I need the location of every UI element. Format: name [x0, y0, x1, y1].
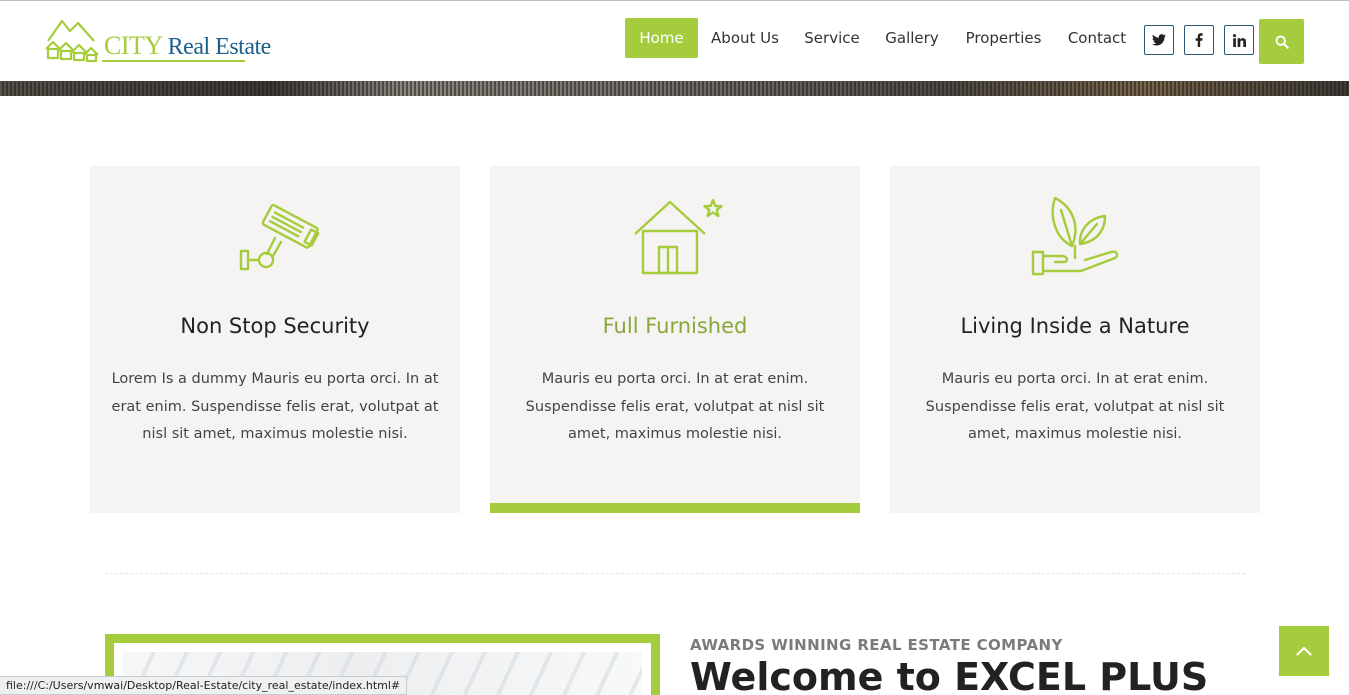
houses-mountains-icon [45, 19, 99, 63]
nav-contact[interactable]: Contact [1055, 18, 1139, 58]
about-title: Welcome to EXCEL PLUS [690, 655, 1209, 695]
facebook-icon [1195, 33, 1203, 47]
back-to-top-button[interactable] [1279, 626, 1329, 676]
feature-card-security: Non Stop Security Lorem Is a dummy Mauri… [90, 166, 460, 513]
feature-title: Living Inside a Nature [960, 314, 1190, 338]
linkedin-link[interactable] [1224, 25, 1254, 55]
feature-text: Mauris eu porta orci. In at erat enim. S… [525, 371, 825, 442]
feature-text: Lorem Is a dummy Mauris eu porta orci. I… [111, 371, 439, 442]
nav-home[interactable]: Home [625, 18, 698, 58]
linkedin-icon [1232, 33, 1246, 47]
nav-service[interactable]: Service [792, 18, 872, 58]
site-header: CITY Real Estate Home About Us Service Ga… [0, 1, 1349, 81]
feature-title: Full Furnished [602, 314, 748, 338]
feature-card-nature: Living Inside a Nature Mauris eu porta o… [890, 166, 1260, 513]
facebook-link[interactable] [1184, 25, 1214, 55]
brand-word-city: CITY [104, 31, 163, 60]
brand-word-real-estate: Real Estate [167, 34, 272, 60]
feature-card-furnished: Full Furnished Mauris eu porta orci. In … [490, 166, 860, 513]
about-eyebrow: AWARDS WINNING REAL ESTATE COMPANY [690, 636, 1063, 654]
nav-about-us[interactable]: About Us [698, 18, 792, 58]
search-button[interactable] [1259, 19, 1304, 64]
nav-properties[interactable]: Properties [952, 18, 1055, 58]
hero-image-bottom-edge [0, 81, 1349, 96]
brand-logo[interactable]: CITY Real Estate [44, 15, 271, 65]
active-card-underline [490, 503, 860, 513]
feature-title: Non Stop Security [180, 314, 370, 338]
twitter-icon [1152, 34, 1166, 46]
browser-status-url: file:///C:/Users/vmwai/Desktop/Real-Esta… [0, 676, 408, 695]
search-icon [1275, 35, 1289, 49]
feature-text: Mauris eu porta orci. In at erat enim. S… [925, 371, 1225, 442]
house-star-icon [634, 198, 723, 275]
hand-plant-icon [1031, 196, 1119, 276]
section-divider [105, 573, 1245, 574]
twitter-link[interactable] [1144, 25, 1174, 55]
chevron-up-icon [1296, 646, 1312, 656]
brand-name: CITY Real Estate [104, 31, 271, 61]
nav-gallery[interactable]: Gallery [872, 18, 952, 58]
security-camera-icon [239, 203, 320, 271]
brand-underline [102, 60, 245, 62]
